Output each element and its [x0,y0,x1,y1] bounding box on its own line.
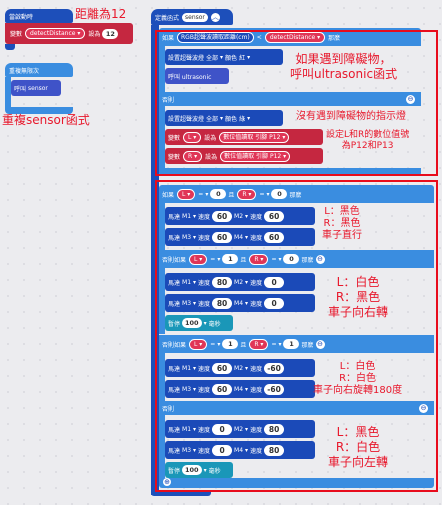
define-function-hat[interactable]: 定義函式 sensor ︿ [151,9,233,25]
obstacle-note: 如果遇到障礙物， 呼叫ultrasonic函式 [290,52,398,81]
no-obstacle-note: 沒有遇到障礙物的指示燈 [296,111,406,122]
sensor-note-4: L：黑色 R：白色 車子向左轉 [328,425,389,469]
sensor-note-1: L：黑色 R：黑色 車子直行 [322,206,362,241]
highlight-frame-bottom [155,180,438,492]
forever-label: 重複無限次 [9,68,40,75]
on-start-hat[interactable]: 當啟動時 [5,9,73,23]
set-var-word: 變數 [10,31,23,38]
pins-note: 設定L和R的數位值號 為P12和P13 [326,130,410,151]
var-dropdown-detectdistance[interactable]: detectDistance ▾ [25,28,86,39]
distance-note: 距離為12 [75,7,127,21]
call-sensor-block[interactable]: 呼叫 sensor [11,80,61,96]
on-start-foot [5,44,15,50]
define-label: 定義函式 [155,14,180,22]
sensor-note-3: L：白色 R：白色 車子向右旋轉180度 [313,361,403,396]
repeat-note: 重複sensor函式 [2,113,90,127]
forever-hat[interactable]: 重複無限次 [5,63,73,77]
sensor-note-2: L：白色 R：黑色 車子向右轉 [328,275,389,319]
call-name: sensor [28,84,48,92]
function-name-field[interactable]: sensor [182,12,208,22]
call-word: 呼叫 [14,85,27,93]
set-var-op: 設為 [88,31,101,38]
set-detect-distance-block[interactable]: 變數 detectDistance ▾ 設為 12 [5,23,133,44]
collapse-icon[interactable]: ︿ [210,12,220,22]
on-start-label: 當啟動時 [9,14,34,21]
distance-value-input[interactable]: 12 [102,28,119,39]
